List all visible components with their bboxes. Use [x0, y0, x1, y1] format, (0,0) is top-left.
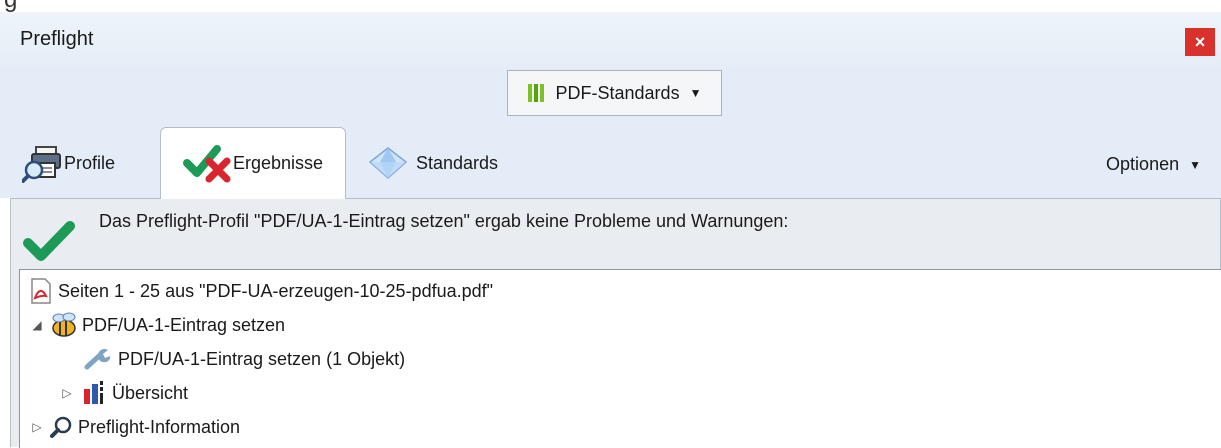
window-title: Preflight [20, 28, 94, 50]
tree-row-pages[interactable]: Seiten 1 - 25 aus "PDF-UA-erzeugen-10-25… [30, 274, 493, 308]
tree-row-preflight-info[interactable]: ▷ Preflight-Information [30, 410, 240, 444]
results-tree: Seiten 1 - 25 aus "PDF-UA-erzeugen-10-25… [19, 269, 1221, 448]
options-label: Optionen [1106, 154, 1180, 174]
success-check-icon [23, 221, 75, 266]
diamond-icon [368, 146, 408, 180]
tree-row-label: Seiten 1 - 25 aus "PDF-UA-erzeugen-10-25… [58, 280, 494, 301]
background-text-fragment: ɡ [4, 0, 18, 12]
tree-row-label: PDF/UA-1-Eintrag setzen [82, 314, 286, 335]
toolbar-area: PDF-Standards ▼ Profile Ergebnisse Stand… [0, 70, 1221, 199]
tab-profile-label: Profile [64, 152, 116, 173]
tree-row-overview[interactable]: ▷ Übersicht [60, 376, 188, 410]
collapsed-triangle-icon[interactable]: ▷ [30, 420, 44, 434]
magnifier-icon [50, 415, 74, 439]
pdf-file-icon [30, 278, 52, 304]
standards-bars-icon [527, 84, 544, 102]
titlebar: Preflight × [0, 12, 1221, 70]
bar-chart-icon [82, 381, 108, 405]
expanded-triangle-icon[interactable]: ◢ [30, 318, 44, 332]
tab-ergebnisse-label: Ergebnisse [232, 153, 324, 173]
tree-row-label: Übersicht [112, 382, 189, 403]
check-cross-icon [182, 144, 233, 183]
tree-row-profile[interactable]: ◢ PDF/UA-1-Eintrag setzen [30, 308, 285, 342]
result-message-text: Das Preflight-Profil "PDF/UA-1-Eintrag s… [99, 211, 789, 231]
tab-standards[interactable]: Standards [368, 127, 498, 199]
background-fragment: ɡ [0, 0, 1221, 12]
result-message: Das Preflight-Profil "PDF/UA-1-Eintrag s… [23, 211, 1203, 261]
tree-row-label: Preflight-Information [78, 416, 241, 437]
tab-profile[interactable]: Profile [22, 127, 115, 199]
profile-bee-icon [50, 312, 78, 338]
chevron-down-icon: ▼ [1189, 157, 1201, 172]
printer-magnifier-icon [22, 143, 64, 183]
pdf-standards-label: PDF-Standards [555, 82, 680, 103]
options-menu[interactable]: Optionen ▼ [1106, 154, 1201, 175]
tree-row-label: PDF/UA-1-Eintrag setzen (1 Objekt) [118, 348, 406, 369]
results-panel: Das Preflight-Profil "PDF/UA-1-Eintrag s… [10, 198, 1221, 448]
collapsed-triangle-icon[interactable]: ▷ [60, 386, 74, 400]
pdf-standards-dropdown[interactable]: PDF-Standards ▼ [507, 70, 722, 116]
wrench-icon [84, 347, 112, 371]
close-button[interactable]: × [1185, 28, 1215, 56]
tree-row-fixup[interactable]: PDF/UA-1-Eintrag setzen (1 Objekt) [84, 342, 405, 376]
chevron-down-icon: ▼ [689, 86, 702, 100]
tab-standards-label: Standards [416, 152, 499, 173]
tab-ergebnisse[interactable]: Ergebnisse [160, 127, 346, 199]
preflight-window: Preflight × PDF-Standards ▼ Profile Erge… [0, 12, 1221, 448]
